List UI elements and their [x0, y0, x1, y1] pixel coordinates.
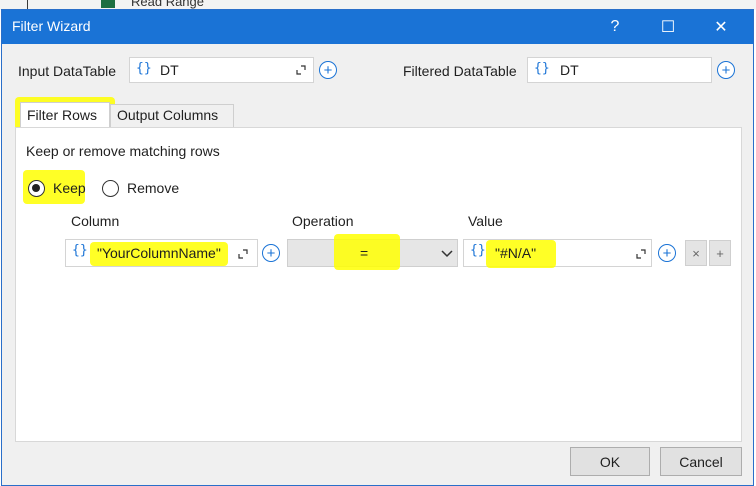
- tab-label: Filter Rows: [27, 107, 98, 123]
- expression-icon: {}: [470, 243, 486, 258]
- operation-value: =: [360, 245, 369, 261]
- filtered-datatable-field[interactable]: {} DT: [527, 57, 712, 83]
- keep-remove-description: Keep or remove matching rows: [26, 143, 220, 159]
- add-row-button[interactable]: +: [709, 240, 731, 266]
- filtered-datatable-value: DT: [560, 62, 579, 78]
- expand-editor-icon[interactable]: [238, 249, 248, 259]
- column-header: Column: [71, 213, 120, 229]
- input-datatable-field[interactable]: {} DT: [129, 57, 314, 83]
- expression-icon: {}: [136, 61, 152, 76]
- tab-filter-rows[interactable]: Filter Rows: [20, 102, 110, 128]
- help-button[interactable]: ?: [592, 10, 638, 44]
- operation-select[interactable]: =: [287, 234, 458, 270]
- input-datatable-value: DT: [160, 62, 179, 78]
- filter-wizard-dialog: Filter Wizard ? ☐ ✕ Input DataTable {} D…: [1, 9, 754, 486]
- expand-editor-icon[interactable]: [296, 65, 306, 75]
- maximize-button[interactable]: ☐: [645, 10, 691, 44]
- column-field[interactable]: {} "YourColumnName": [65, 239, 258, 267]
- input-datatable-add-icon[interactable]: +: [319, 61, 337, 79]
- expand-editor-icon[interactable]: [636, 249, 646, 259]
- value-header: Value: [468, 213, 503, 229]
- tab-output-columns[interactable]: Output Columns: [110, 104, 234, 128]
- dialog-title: Filter Wizard: [12, 18, 91, 34]
- filtered-datatable-label: Filtered DataTable: [403, 63, 517, 79]
- input-datatable-label: Input DataTable: [18, 63, 117, 79]
- remove-row-button[interactable]: ×: [685, 240, 707, 266]
- column-value: "YourColumnName": [97, 245, 221, 261]
- remove-radio-label[interactable]: Remove: [127, 180, 179, 196]
- value-field[interactable]: {} "#N/A": [463, 239, 652, 268]
- radio-selected-dot: [32, 184, 40, 192]
- filtered-datatable-add-icon[interactable]: +: [717, 61, 735, 79]
- operation-header: Operation: [292, 213, 354, 229]
- tab-label: Output Columns: [117, 107, 219, 123]
- close-button[interactable]: ✕: [698, 10, 744, 44]
- remove-radio[interactable]: [102, 180, 119, 197]
- value-value: "#N/A": [495, 245, 537, 261]
- keep-radio-label[interactable]: Keep: [53, 180, 86, 196]
- ok-button[interactable]: OK: [570, 447, 650, 476]
- excel-icon: [101, 0, 115, 8]
- filter-rows-panel: Keep or remove matching rows Keep Remove…: [15, 127, 742, 442]
- expression-icon: {}: [534, 61, 550, 76]
- expression-icon: {}: [72, 243, 88, 258]
- cancel-button[interactable]: Cancel: [660, 447, 742, 476]
- background-activity-label: Read Range: [131, 0, 204, 9]
- keep-radio[interactable]: [28, 180, 45, 197]
- column-add-icon[interactable]: +: [262, 244, 280, 262]
- title-bar: Filter Wizard ? ☐ ✕: [2, 10, 753, 44]
- value-add-icon[interactable]: +: [658, 244, 676, 262]
- chevron-down-icon: [441, 250, 453, 258]
